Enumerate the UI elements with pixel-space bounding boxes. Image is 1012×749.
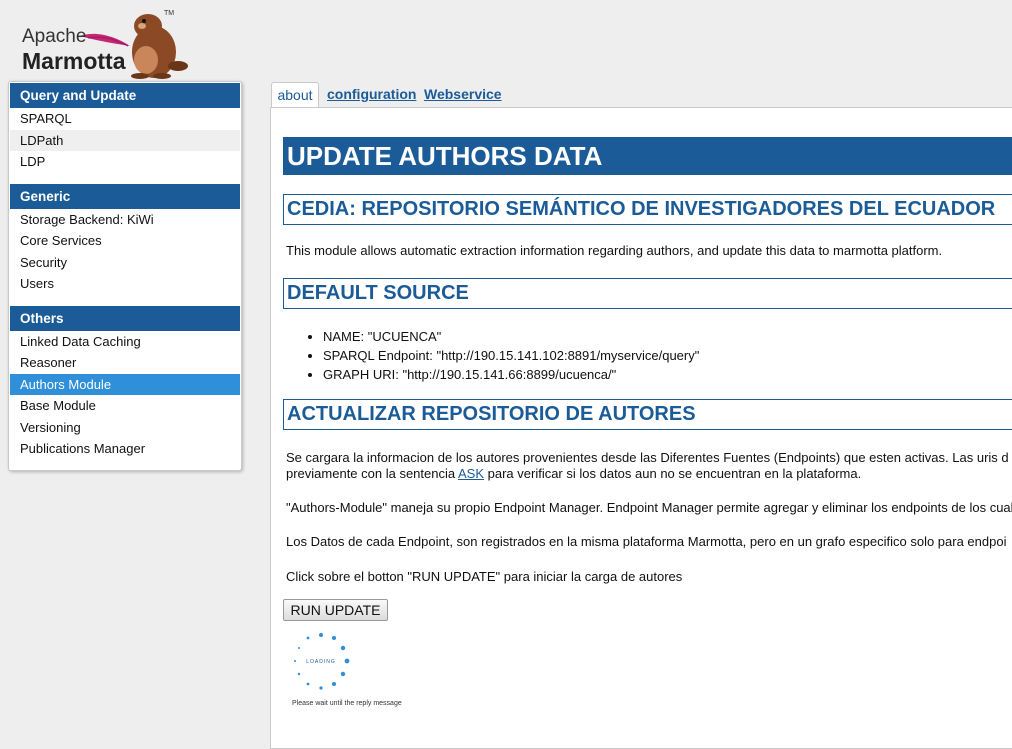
paragraph-4: Click sobre el botton "RUN UPDATE" para … xyxy=(286,569,683,584)
sidebar-item-ldp[interactable]: LDP xyxy=(10,151,240,173)
tab-configuration[interactable]: configuration xyxy=(327,82,416,107)
paragraph-3: Los Datos de cada Endpoint, son registra… xyxy=(286,534,1007,549)
sidebar-item-linked-data-caching[interactable]: Linked Data Caching xyxy=(10,331,240,353)
sidebar-item-authors-module[interactable]: Authors Module xyxy=(10,373,240,395)
section-title-actualizar: ACTUALIZAR REPOSITORIO DE AUTORES xyxy=(283,399,1012,430)
loading-label: LOADING xyxy=(306,659,336,665)
section-title-default-source: DEFAULT SOURCE xyxy=(283,278,1012,309)
sidebar-item-sparql[interactable]: SPARQL xyxy=(10,108,240,130)
source-sparql-endpoint: SPARQL Endpoint: "http://190.15.141.102:… xyxy=(323,346,699,365)
paragraph-2: "Authors-Module" maneja su propio Endpoi… xyxy=(286,500,1012,515)
section-title-cedia: CEDIA: REPOSITORIO SEMÁNTICO DE INVESTIG… xyxy=(283,194,1012,225)
sidebar-group-query-and-update: Query and Update xyxy=(10,83,240,108)
paragraph-1-post: para verificar si los datos aun no se en… xyxy=(484,466,862,481)
wait-message: Please wait until the reply message xyxy=(292,700,402,707)
sidebar-item-versioning[interactable]: Versioning xyxy=(10,417,240,439)
apache-marmotta-logo: Apache Marmotta TM xyxy=(18,8,198,80)
main-content: UPDATE AUTHORS DATA CEDIA: REPOSITORIO S… xyxy=(270,107,1012,749)
sidebar-item-security[interactable]: Security xyxy=(10,252,240,274)
loading-spinner-icon: LOADING xyxy=(289,630,353,694)
run-update-button[interactable]: RUN UPDATE xyxy=(283,599,388,621)
logo-apache-text: Apache xyxy=(22,26,87,47)
logo-marmotta-text: Marmotta xyxy=(22,48,126,74)
sidebar-group-others: Others xyxy=(10,305,240,331)
sidebar-group-generic: Generic xyxy=(10,183,240,209)
tab-webservice[interactable]: Webservice xyxy=(424,82,502,107)
paragraph-1-line-2: previamente con la sentencia ASK para ve… xyxy=(286,465,861,482)
paragraph-1-line-1: Se cargara la informacion de los autores… xyxy=(286,450,1009,465)
paragraph-1-pre: previamente con la sentencia xyxy=(286,466,458,481)
ask-link[interactable]: ASK xyxy=(458,466,484,481)
sidebar: Query and Update SPARQL LDPath LDP Gener… xyxy=(8,81,242,471)
logo-trademark: TM xyxy=(164,10,175,17)
intro-text: This module allows automatic extraction … xyxy=(286,243,943,258)
source-graph-uri: GRAPH URI: "http://190.15.141.66:8899/uc… xyxy=(323,365,699,384)
sidebar-item-reasoner[interactable]: Reasoner xyxy=(10,352,240,374)
sidebar-item-ldpath[interactable]: LDPath xyxy=(10,129,240,151)
page-title: UPDATE AUTHORS DATA xyxy=(283,137,1012,175)
sidebar-item-publications-manager[interactable]: Publications Manager xyxy=(10,438,240,460)
source-name: NAME: "UCUENCA" xyxy=(323,327,699,346)
sidebar-item-core-services[interactable]: Core Services xyxy=(10,230,240,252)
source-list: NAME: "UCUENCA" SPARQL Endpoint: "http:/… xyxy=(286,327,699,384)
sidebar-item-users[interactable]: Users xyxy=(10,273,240,295)
tab-about[interactable]: about xyxy=(271,82,319,108)
sidebar-item-storage-backend[interactable]: Storage Backend: KiWi xyxy=(10,209,240,231)
sidebar-item-base-module[interactable]: Base Module xyxy=(10,395,240,417)
